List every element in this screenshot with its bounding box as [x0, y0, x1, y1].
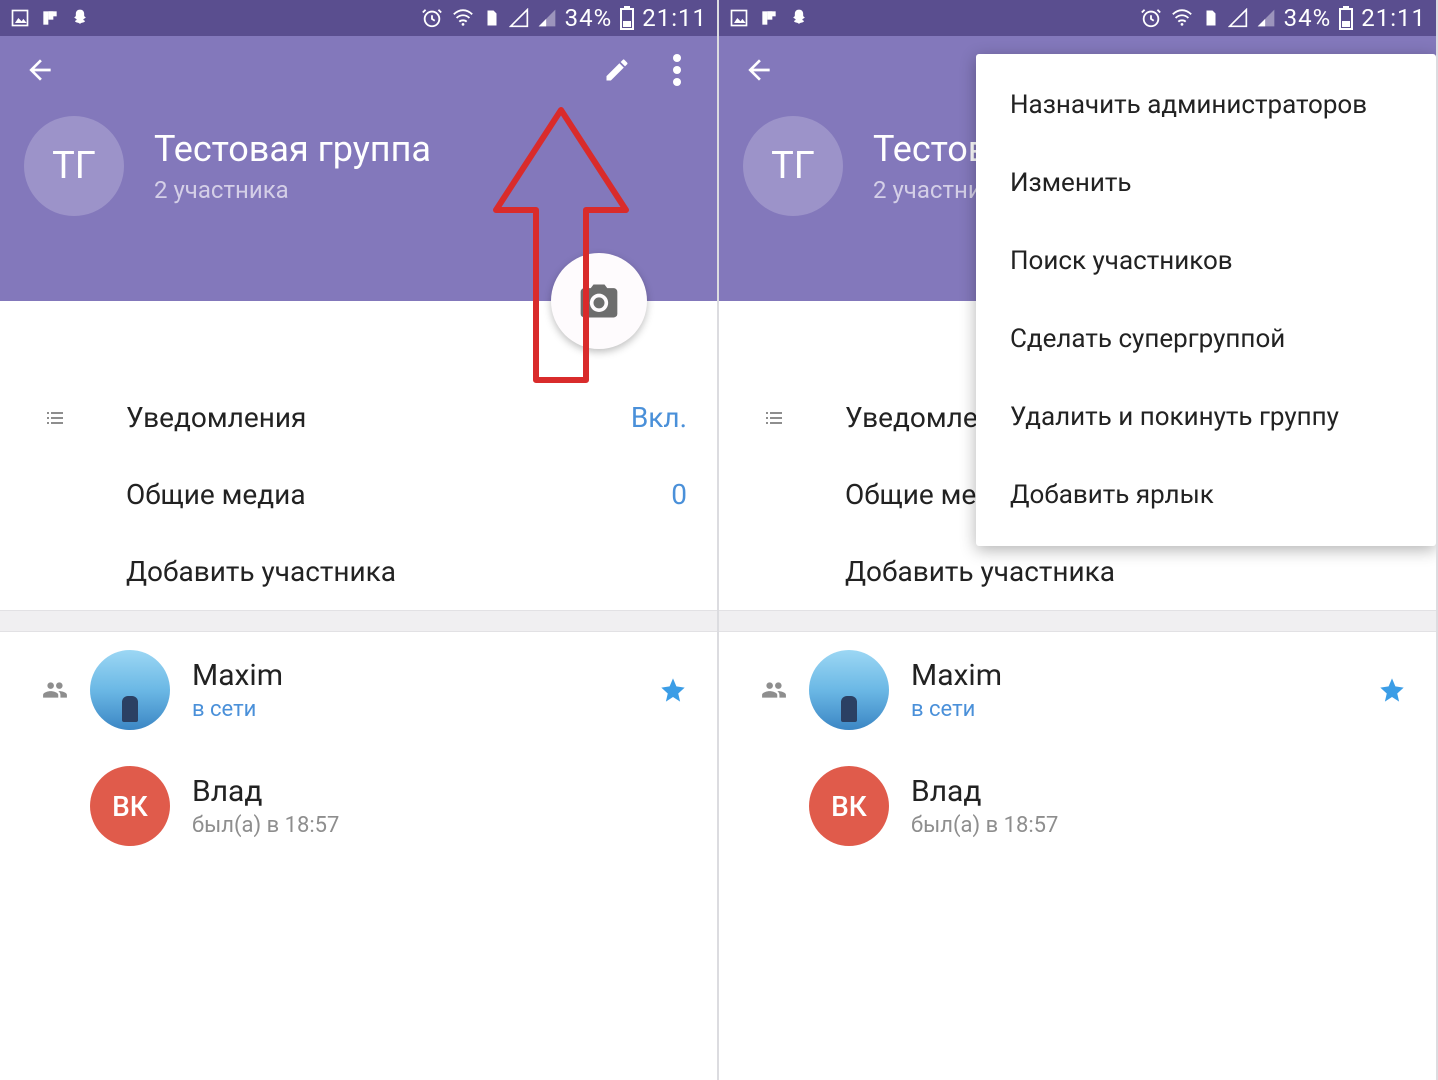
- member-name: Maxim: [192, 658, 659, 693]
- members-section: Maxim в сети ВК Влад был(а) в 18:57: [719, 632, 1436, 864]
- member-row[interactable]: Maxim в сети: [719, 632, 1436, 748]
- signal-empty-icon: [1228, 8, 1248, 28]
- signal-empty-icon: [509, 8, 529, 28]
- members-icon: [749, 677, 799, 703]
- member-name: Влад: [192, 774, 687, 809]
- gallery-icon: [10, 8, 30, 28]
- members-section: Maxim в сети ВК Влад был(а) в 18:57: [0, 632, 717, 864]
- member-avatar[interactable]: [90, 650, 170, 730]
- section-divider: [719, 610, 1436, 632]
- section-divider: [0, 610, 717, 632]
- alarm-icon: [1140, 7, 1162, 29]
- group-avatar[interactable]: ТГ: [24, 116, 124, 216]
- member-avatar[interactable]: ВК: [90, 766, 170, 846]
- menu-make-supergroup[interactable]: Сделать супергруппой: [976, 300, 1436, 378]
- flipboard-icon: [40, 8, 60, 28]
- notifications-row[interactable]: Уведомления Вкл.: [0, 379, 717, 456]
- wifi-icon: [451, 7, 475, 29]
- shared-media-row[interactable]: Общие медиа 0: [0, 456, 717, 533]
- screen-right: 34% 21:11 ТГ Тестовая группа 2 участника…: [719, 0, 1438, 1080]
- back-button[interactable]: [20, 50, 60, 90]
- shared-media-label: Общие медиа: [126, 478, 671, 511]
- menu-assign-admins[interactable]: Назначить администраторов: [976, 66, 1436, 144]
- member-name: Maxim: [911, 658, 1378, 693]
- group-subtitle: 2 участника: [154, 176, 431, 204]
- member-status: был(а) в 18:57: [192, 813, 687, 838]
- menu-edit[interactable]: Изменить: [976, 144, 1436, 222]
- add-member-row[interactable]: Добавить участника: [0, 533, 717, 610]
- edit-button[interactable]: [597, 50, 637, 90]
- camera-fab[interactable]: [551, 253, 647, 349]
- snapchat-icon: [70, 8, 90, 28]
- menu-add-shortcut[interactable]: Добавить ярлык: [976, 456, 1436, 534]
- gallery-icon: [729, 8, 749, 28]
- notifications-value: Вкл.: [631, 401, 687, 434]
- battery-icon: [620, 6, 634, 30]
- snapchat-icon: [789, 8, 809, 28]
- members-icon: [30, 677, 80, 703]
- back-button[interactable]: [739, 50, 779, 90]
- overflow-menu-button[interactable]: [657, 50, 697, 90]
- member-row[interactable]: ВК Влад был(а) в 18:57: [719, 748, 1436, 864]
- menu-search-members[interactable]: Поиск участников: [976, 222, 1436, 300]
- star-icon: [1378, 676, 1406, 704]
- screen-left: 34% 21:11 ТГ Тестовая группа 2 участника: [0, 0, 719, 1080]
- member-name: Влад: [911, 774, 1406, 809]
- status-bar: 34% 21:11: [0, 0, 717, 36]
- add-member-label: Добавить участника: [126, 555, 687, 588]
- group-title: Тестовая группа: [154, 128, 431, 170]
- add-member-label: Добавить участника: [845, 555, 1406, 588]
- member-status: в сети: [911, 697, 1378, 722]
- battery-percent: 34%: [565, 4, 613, 32]
- battery-percent: 34%: [1284, 4, 1332, 32]
- clock-text: 21:11: [642, 4, 707, 32]
- notifications-label: Уведомления: [126, 401, 631, 434]
- member-avatar[interactable]: ВК: [809, 766, 889, 846]
- list-icon: [749, 406, 799, 430]
- shared-media-value: 0: [671, 478, 687, 511]
- signal-icon: [537, 8, 557, 28]
- star-icon: [659, 676, 687, 704]
- member-status: был(а) в 18:57: [911, 813, 1406, 838]
- member-row[interactable]: ВК Влад был(а) в 18:57: [0, 748, 717, 864]
- list-icon: [30, 406, 80, 430]
- alarm-icon: [421, 7, 443, 29]
- clock-text: 21:11: [1361, 4, 1426, 32]
- member-status: в сети: [192, 697, 659, 722]
- sim-icon: [483, 7, 501, 29]
- group-avatar[interactable]: ТГ: [743, 116, 843, 216]
- wifi-icon: [1170, 7, 1194, 29]
- member-avatar[interactable]: [809, 650, 889, 730]
- member-row[interactable]: Maxim в сети: [0, 632, 717, 748]
- flipboard-icon: [759, 8, 779, 28]
- group-header: ТГ Тестовая группа 2 участника: [0, 36, 717, 301]
- sim-icon: [1202, 7, 1220, 29]
- battery-icon: [1339, 6, 1353, 30]
- signal-icon: [1256, 8, 1276, 28]
- overflow-menu: Назначить администраторов Изменить Поиск…: [976, 54, 1436, 546]
- status-bar: 34% 21:11: [719, 0, 1436, 36]
- menu-delete-leave[interactable]: Удалить и покинуть группу: [976, 378, 1436, 456]
